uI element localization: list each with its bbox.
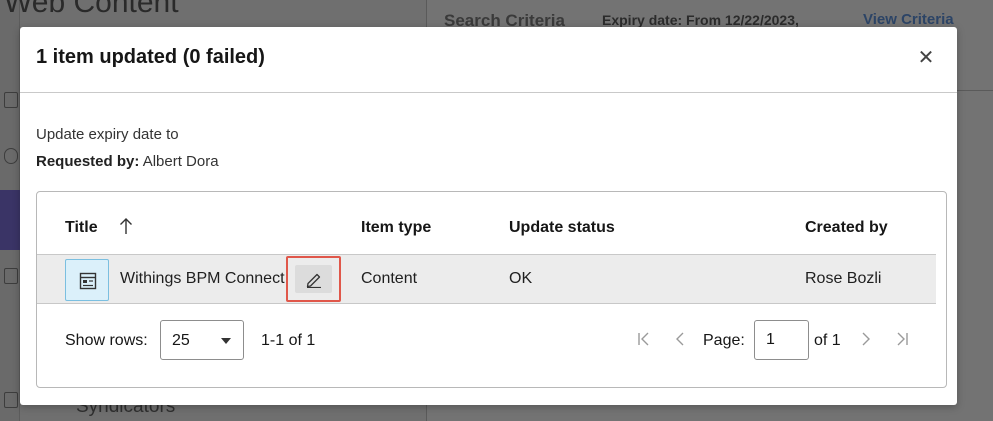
rows-per-page-select[interactable]: 25	[160, 320, 244, 360]
requested-by-label: Requested by:	[36, 153, 140, 170]
requested-by-value: Albert Dora	[142, 153, 219, 170]
column-header-item-type[interactable]: Item type	[361, 219, 431, 237]
row-title[interactable]: Withings BPM Connect	[120, 270, 288, 288]
rows-per-page-value: 25	[172, 332, 190, 349]
modal-title: 1 item updated (0 failed)	[36, 46, 265, 68]
previous-page-icon[interactable]	[671, 329, 689, 349]
background-view-criteria-link: View Criteria	[863, 11, 954, 28]
show-rows-label: Show rows:	[65, 332, 148, 349]
column-header-created-by[interactable]: Created by	[805, 219, 888, 237]
results-table: Title Item type Update status Created by…	[36, 191, 947, 388]
edit-highlight-box	[286, 256, 341, 302]
background-expiry-filter: Expiry date: From 12/22/2023,	[602, 12, 799, 28]
close-icon[interactable]: ✕	[915, 47, 937, 69]
next-page-icon[interactable]	[857, 329, 875, 349]
row-update-status: OK	[509, 270, 533, 287]
rail-play-icon	[4, 268, 18, 284]
background-left-rail	[0, 0, 20, 421]
page-total-text: of 1	[814, 332, 841, 349]
rail-active-item	[0, 190, 20, 250]
rows-range-text: 1-1 of 1	[261, 332, 316, 349]
edit-button[interactable]	[295, 265, 332, 293]
background-page-title: Web Content	[4, 0, 179, 19]
page-label: Page:	[703, 332, 745, 349]
first-page-icon[interactable]	[635, 329, 653, 349]
row-item-type: Content	[361, 270, 418, 287]
sort-ascending-icon[interactable]	[119, 216, 133, 236]
table-row[interactable]: Withings BPM Connect Content OK Rose Boz…	[37, 254, 936, 304]
rail-check-icon	[4, 392, 18, 408]
rail-list-icon	[4, 92, 18, 108]
rail-circle-icon	[4, 148, 18, 164]
pencil-icon	[306, 273, 321, 288]
update-result-modal: 1 item updated (0 failed) ✕ Update expir…	[20, 27, 957, 405]
update-description: Update expiry date to	[36, 126, 179, 143]
modal-header: 1 item updated (0 failed) ✕	[20, 27, 957, 93]
page-number-input[interactable]	[754, 320, 809, 360]
pagination-bar: Show rows: 25 1-1 of 1 Page: of 1	[37, 317, 946, 361]
table-header: Title Item type Update status Created by	[37, 192, 936, 254]
last-page-icon[interactable]	[893, 329, 911, 349]
chevron-down-icon	[221, 338, 231, 344]
column-header-title[interactable]: Title	[65, 219, 98, 237]
content-item-icon	[65, 259, 109, 301]
row-created-by: Rose Bozli	[805, 270, 882, 287]
column-header-update-status[interactable]: Update status	[509, 219, 615, 237]
requested-by: Requested by: Albert Dora	[36, 153, 219, 170]
